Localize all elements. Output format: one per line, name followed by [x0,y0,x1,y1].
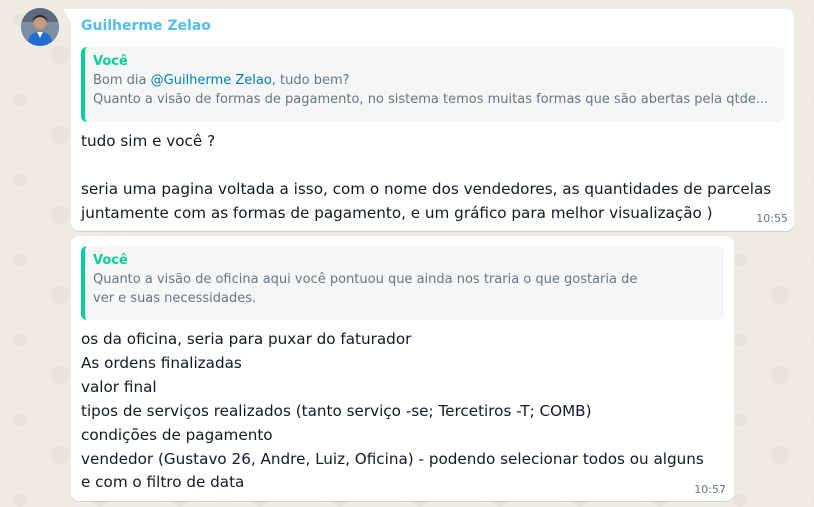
quoted-message[interactable]: Você Bom dia @Guilherme Zelao, tudo bem?… [81,47,784,122]
quoted-text-line: Bom dia @Guilherme Zelao, tudo bem? [93,71,772,90]
message-bubble-incoming[interactable]: Você Quanto a visão de oficina aqui você… [71,236,734,501]
message-text-line: e com o filtro de data [81,473,245,491]
quoted-text-line: Quanto a visão de formas de pagamento, n… [93,92,769,107]
bubble-tail [63,9,71,22]
message-text-line: os da oficina, seria para puxar do fatur… [81,330,412,348]
quoted-text-suffix: , tudo bem? [271,73,350,88]
sender-name[interactable]: Guilherme Zelao [81,18,211,34]
quoted-text-line: Quanto a visão de oficina aqui você pont… [93,272,638,287]
quoted-author: Você [93,54,128,69]
message-text-line: juntamente com as formas de pagamento, e… [81,204,713,222]
message-text-line: seria uma pagina voltada a isso, com o n… [81,180,772,198]
quoted-text-prefix: Bom dia [93,73,151,88]
user-photo-avatar-icon [21,8,59,46]
message-text-line: vendedor (Gustavo 26, Andre, Luiz, Ofici… [81,450,704,468]
message-text-line: tipos de serviços realizados (tanto serv… [81,402,592,420]
message-text-line: tudo sim e você ? [81,132,216,150]
quoted-text-line: ver e suas necessidades. [93,291,257,306]
message-text-line: condições de pagamento [81,426,273,444]
mention-link[interactable]: @Guilherme Zelao [151,73,272,88]
message-bubble-incoming[interactable]: Guilherme Zelao Você Bom dia @Guilherme … [63,9,794,231]
message-text-line: As ordens finalizadas [81,354,242,372]
quoted-author: Você [93,253,128,268]
message-timestamp: 10:55 [756,212,788,225]
message-text-line: valor final [81,378,157,396]
quoted-message[interactable]: Você Quanto a visão de oficina aqui você… [81,246,724,320]
message-timestamp: 10:57 [694,483,726,496]
avatar[interactable] [21,8,59,46]
